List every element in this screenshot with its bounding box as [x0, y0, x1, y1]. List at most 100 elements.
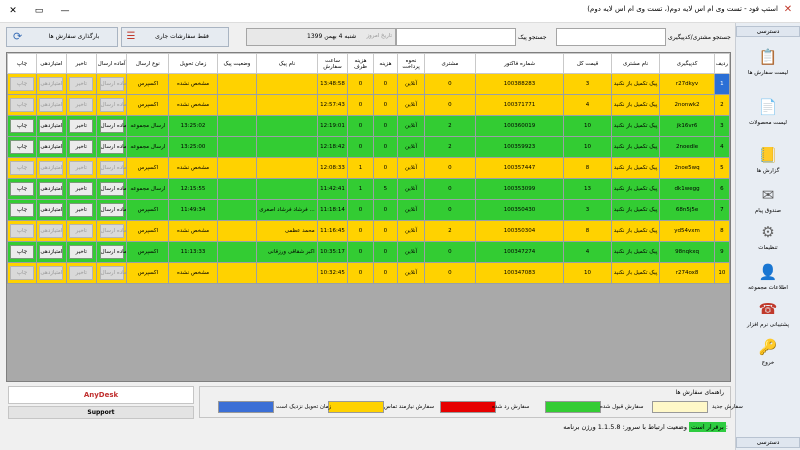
- table-row[interactable]: چاپ امتیازدهی تاخیر آماده ارسال اکسپرس مشخص ن…: [7, 220, 730, 242]
- cell-send: ارسال مجموعه: [126, 115, 170, 137]
- table-row[interactable]: چاپ امتیازدهی تاخیر آماده ارسال اکسپرس مشخص ن…: [7, 73, 730, 95]
- delay-button[interactable]: تاخیر: [69, 245, 94, 259]
- app-logo-icon: ✕: [783, 4, 793, 15]
- sidebar-item-2[interactable]: 📒 گزارش ها: [736, 141, 800, 185]
- rate-button[interactable]: امتیازدهی: [39, 161, 64, 175]
- delay-button[interactable]: تاخیر: [69, 77, 94, 91]
- delay-button[interactable]: تاخیر: [69, 98, 94, 112]
- column-header[interactable]: آماده ارسال: [95, 53, 128, 74]
- company-info-icon: 👤: [758, 263, 778, 281]
- ready-button[interactable]: آماده ارسال: [99, 140, 126, 154]
- delay-button[interactable]: تاخیر: [69, 203, 94, 217]
- column-header[interactable]: نام مشتری: [610, 53, 661, 74]
- legend-label: سفارش رد شده: [492, 404, 530, 410]
- column-header[interactable]: کدپیگیری: [659, 53, 715, 74]
- ready-button[interactable]: آماده ارسال: [99, 266, 126, 280]
- print-button[interactable]: چاپ: [10, 182, 34, 196]
- print-button[interactable]: چاپ: [10, 224, 34, 238]
- sidebar-item-label: گزارش ها: [756, 168, 780, 174]
- column-header[interactable]: امتیازدهی: [36, 53, 67, 74]
- delay-button[interactable]: تاخیر: [69, 161, 94, 175]
- ready-button[interactable]: آماده ارسال: [99, 119, 126, 133]
- print-button[interactable]: چاپ: [10, 119, 34, 133]
- ready-button[interactable]: آماده ارسال: [99, 161, 126, 175]
- column-header[interactable]: وضعیت پیک: [216, 53, 258, 74]
- cell-status: [216, 241, 258, 263]
- sidebar-item-0[interactable]: 📋 لیست سفارش ها: [736, 43, 800, 87]
- column-header[interactable]: نوع ارسال: [126, 53, 170, 74]
- rate-button[interactable]: امتیازدهی: [39, 266, 64, 280]
- print-button[interactable]: چاپ: [10, 77, 34, 91]
- rate-button[interactable]: امتیازدهی: [39, 98, 64, 112]
- delay-button[interactable]: تاخیر: [69, 119, 94, 133]
- peak-search-input[interactable]: [396, 28, 516, 46]
- ready-button[interactable]: آماده ارسال: [99, 245, 126, 259]
- table-row[interactable]: چاپ امتیازدهی تاخیر آماده ارسال اکسپرس 11:49:…: [7, 199, 730, 221]
- ready-button[interactable]: آماده ارسال: [99, 182, 126, 196]
- column-header[interactable]: زمان تحویل: [168, 53, 218, 74]
- anydesk-button[interactable]: AnyDesk: [8, 386, 194, 404]
- current-orders-button[interactable]: ☰ فقط سفارشات جاری: [121, 27, 229, 47]
- print-button[interactable]: چاپ: [10, 140, 34, 154]
- table-row[interactable]: چاپ امتیازدهی تاخیر آماده ارسال اکسپرس مشخص ن…: [7, 94, 730, 116]
- print-button[interactable]: چاپ: [10, 203, 34, 217]
- print-button[interactable]: چاپ: [10, 266, 34, 280]
- customer-search-input[interactable]: [556, 28, 666, 46]
- rate-button[interactable]: امتیازدهی: [39, 224, 64, 238]
- table-row[interactable]: چاپ امتیازدهی تاخیر آماده ارسال ارسال مجموعه…: [7, 136, 730, 158]
- column-header[interactable]: مشتری: [423, 53, 476, 74]
- rate-button[interactable]: امتیازدهی: [39, 182, 64, 196]
- table-row[interactable]: چاپ امتیازدهی تاخیر آماده ارسال اکسپرس 11:13:…: [7, 241, 730, 263]
- print-button[interactable]: چاپ: [10, 245, 34, 259]
- cell-cust: 0: [423, 94, 476, 116]
- reload-orders-button[interactable]: ⟳ بارگذاری سفارش ها: [6, 27, 118, 47]
- maximize-window-button[interactable]: ▭: [26, 2, 52, 20]
- print-button[interactable]: چاپ: [10, 161, 34, 175]
- sidebar-item-7[interactable]: 🔑 خروج: [736, 333, 800, 377]
- minimize-window-button[interactable]: —: [52, 2, 78, 20]
- column-header[interactable]: هزینه: [372, 53, 399, 74]
- cell-fee: 0: [372, 157, 399, 179]
- ready-button[interactable]: آماده ارسال: [99, 224, 126, 238]
- rate-button[interactable]: امتیازدهی: [39, 77, 64, 91]
- column-header[interactable]: تاخیر: [65, 53, 97, 74]
- toolbar: ⟳ بارگذاری سفارش ها ☰ فقط سفارشات جاری ش…: [6, 27, 731, 49]
- rate-button[interactable]: امتیازدهی: [39, 119, 64, 133]
- column-header[interactable]: چاپ: [7, 53, 37, 74]
- rate-button[interactable]: امتیازدهی: [39, 203, 64, 217]
- close-window-button[interactable]: ✕: [0, 2, 26, 20]
- sidebar-item-4[interactable]: ⚙ تنظیمات: [736, 218, 800, 262]
- ready-button[interactable]: آماده ارسال: [99, 98, 126, 112]
- column-header[interactable]: ساعت سفارش: [316, 53, 349, 74]
- rate-button[interactable]: امتیازدهی: [39, 140, 64, 154]
- rate-button[interactable]: امتیازدهی: [39, 245, 64, 259]
- cell-dish: 0: [347, 136, 374, 158]
- column-header[interactable]: هزینه ظرف: [347, 53, 374, 74]
- sidebar-footer[interactable]: دسترسی: [736, 437, 800, 448]
- delay-button[interactable]: تاخیر: [69, 266, 94, 280]
- legend-swatch: [218, 401, 274, 413]
- column-header[interactable]: نام پیک: [256, 53, 318, 74]
- cell-code: 2nonwk2: [659, 94, 715, 116]
- delay-button[interactable]: تاخیر: [69, 224, 94, 238]
- column-header[interactable]: نحوه پرداخت: [397, 53, 425, 74]
- sidebar-item-1[interactable]: 📄 لیست محصولات: [736, 93, 800, 137]
- support-button[interactable]: Support: [8, 406, 194, 419]
- version-value: 1.1.5.8: [597, 423, 621, 431]
- table-row[interactable]: چاپ امتیازدهی تاخیر آماده ارسال ارسال مجموعه…: [7, 115, 730, 137]
- ready-button[interactable]: آماده ارسال: [99, 203, 126, 217]
- print-button[interactable]: چاپ: [10, 98, 34, 112]
- column-header[interactable]: ردیف: [713, 53, 730, 74]
- cell-time: 12:08:33: [316, 157, 349, 179]
- table-row[interactable]: چاپ امتیازدهی تاخیر آماده ارسال اکسپرس مشخص ن…: [7, 262, 730, 284]
- cell-print: چاپ: [7, 220, 37, 242]
- table-row[interactable]: چاپ امتیازدهی تاخیر آماده ارسال اکسپرس مشخص ن…: [7, 157, 730, 179]
- table-row[interactable]: چاپ امتیازدهی تاخیر آماده ارسال ارسال مجموعه…: [7, 178, 730, 200]
- cell-delivery: مشخص نشده: [168, 220, 218, 242]
- ready-button[interactable]: آماده ارسال: [99, 77, 126, 91]
- column-header[interactable]: شماره فاکتور: [474, 53, 565, 74]
- date-field[interactable]: شنبه 4 بهمن 1399 تاریخ امروز: [246, 28, 396, 46]
- delay-button[interactable]: تاخیر: [69, 182, 94, 196]
- column-header[interactable]: قیمت کل: [563, 53, 612, 74]
- delay-button[interactable]: تاخیر: [69, 140, 94, 154]
